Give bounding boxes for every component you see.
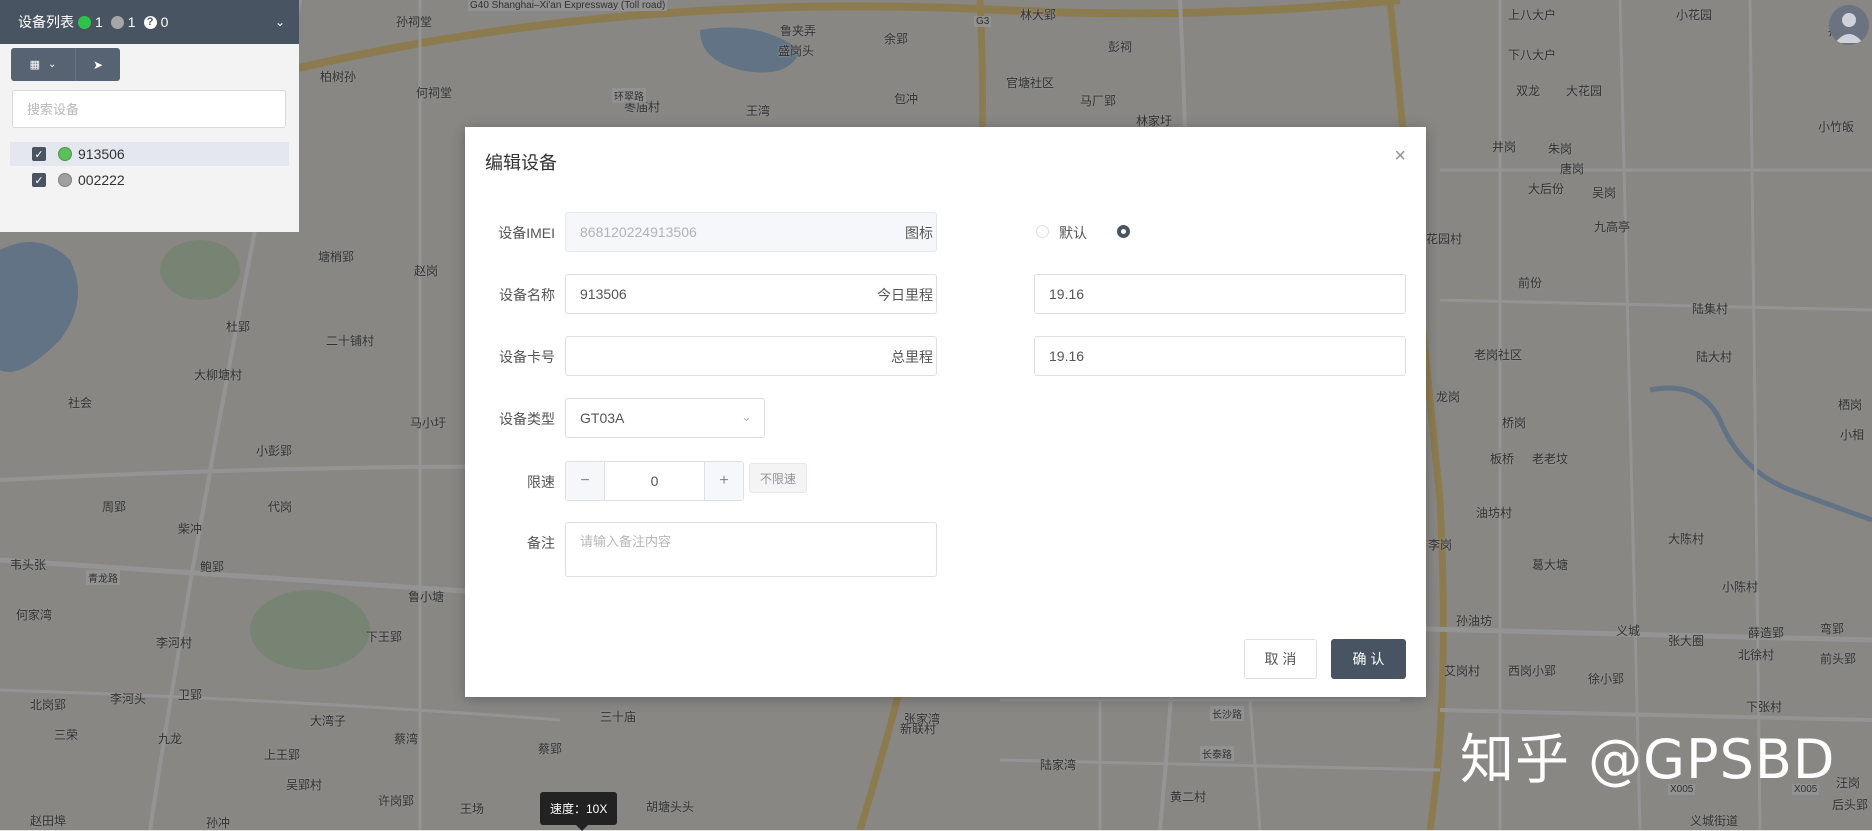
device-name: 002222 bbox=[78, 172, 125, 188]
no-limit-tag[interactable]: 不限速 bbox=[749, 463, 808, 493]
decrement-button[interactable]: − bbox=[566, 462, 605, 500]
online-count-value: 1 bbox=[95, 14, 103, 30]
today-mileage-field[interactable] bbox=[1034, 274, 1406, 314]
total-mileage-label: 总里程 bbox=[891, 349, 933, 365]
device-panel-header[interactable]: 设备列表 1 1 ? 0 ⌄ bbox=[0, 0, 299, 44]
dialog-title: 编辑设备 bbox=[485, 153, 557, 173]
grid-icon: ▦ bbox=[29, 59, 40, 71]
icon-default-label: 默认 bbox=[1059, 225, 1087, 241]
device-type-value: GT03A bbox=[580, 410, 625, 426]
chevron-down-icon: ⌄ bbox=[741, 409, 752, 424]
remark-textarea[interactable] bbox=[565, 522, 937, 577]
device-panel-toolbar: ▦ ⌄ ➤ bbox=[0, 44, 299, 85]
send-command-button[interactable]: ➤ bbox=[76, 48, 120, 81]
online-status-icon bbox=[78, 15, 91, 29]
device-search-input[interactable] bbox=[12, 90, 286, 128]
device-checkbox[interactable]: ✓ bbox=[32, 173, 46, 187]
speed-limit-label: 限速 bbox=[527, 474, 555, 490]
icon-radio-default[interactable] bbox=[1036, 225, 1049, 238]
avatar[interactable] bbox=[1829, 5, 1869, 45]
device-status-icon bbox=[58, 173, 72, 187]
send-icon: ➤ bbox=[92, 57, 104, 72]
offline-status-icon bbox=[110, 15, 124, 29]
cancel-button[interactable]: 取 消 bbox=[1244, 639, 1317, 679]
confirm-button[interactable]: 确 认 bbox=[1331, 639, 1406, 679]
device-name-label: 设备名称 bbox=[499, 287, 555, 303]
increment-button[interactable]: + bbox=[704, 462, 743, 500]
device-panel-title: 设备列表 bbox=[18, 14, 74, 30]
device-list: ✓ 913506 ✓ 002222 bbox=[0, 142, 299, 192]
online-count: 1 bbox=[78, 14, 103, 30]
speed-limit-input[interactable]: 0 bbox=[605, 462, 704, 500]
list-item[interactable]: ✓ 002222 bbox=[10, 168, 289, 192]
playback-speed-tooltip: 速度：10X bbox=[540, 792, 618, 831]
speed-limit-stepper: − 0 + bbox=[565, 461, 744, 501]
user-icon bbox=[1835, 13, 1863, 43]
device-status-icon bbox=[58, 147, 72, 161]
offline-count: 1 bbox=[110, 14, 136, 30]
view-mode-button[interactable]: ▦ ⌄ bbox=[11, 48, 76, 81]
device-panel: 设备列表 1 1 ?0 ⌄ ▦ ⌄ ➤ ✓ 913506 ✓ 002222 bbox=[0, 0, 299, 232]
device-type-select[interactable]: GT03A bbox=[565, 398, 765, 438]
question-icon: ? bbox=[143, 15, 157, 29]
watermark: 知乎 @GPSBD bbox=[1460, 728, 1836, 791]
device-checkbox[interactable]: ✓ bbox=[32, 147, 46, 161]
today-mileage-label: 今日里程 bbox=[877, 287, 933, 303]
imei-label: 设备IMEI bbox=[498, 225, 555, 241]
chevron-down-icon: ⌄ bbox=[48, 59, 57, 70]
total-mileage-field[interactable] bbox=[1034, 336, 1406, 376]
offline-count-value: 1 bbox=[127, 14, 136, 30]
unknown-count: ? 0 bbox=[143, 14, 169, 30]
icon-radio-custom[interactable] bbox=[1117, 225, 1130, 238]
unknown-count-value: 0 bbox=[160, 14, 169, 30]
device-type-label: 设备类型 bbox=[499, 411, 555, 427]
icon-label: 图标 bbox=[905, 225, 933, 241]
remark-label: 备注 bbox=[527, 535, 555, 551]
card-number-label: 设备卡号 bbox=[499, 349, 555, 365]
close-icon[interactable]: × bbox=[1394, 145, 1406, 168]
list-item[interactable]: ✓ 913506 bbox=[10, 142, 289, 166]
device-name: 913506 bbox=[78, 146, 125, 162]
edit-device-dialog: 编辑设备 × 设备IMEI 图标 默认 设备名称 今日里程 设备卡号 总里程 设… bbox=[465, 127, 1426, 697]
chevron-down-icon[interactable]: ⌄ bbox=[275, 15, 285, 29]
